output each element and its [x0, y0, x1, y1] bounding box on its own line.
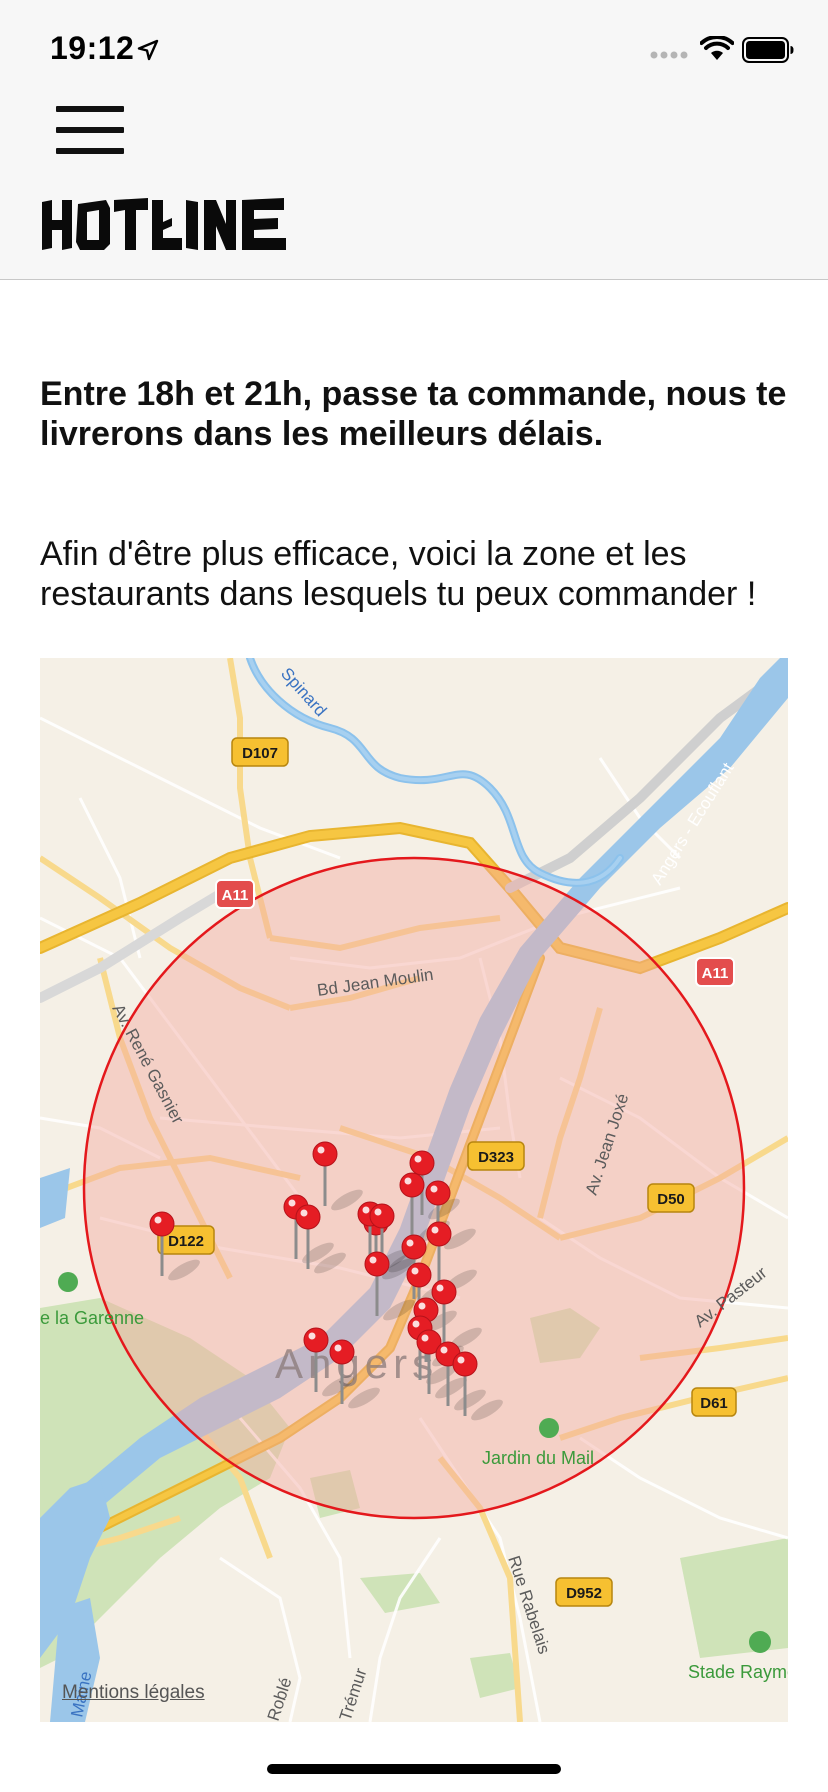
road-badge-label: D952 — [566, 1585, 602, 1602]
status-bar: 19:12 — [0, 0, 828, 100]
place-label: Stade Raymond K — [688, 1662, 788, 1682]
road-badge-label: D107 — [242, 745, 278, 762]
zone-description: Afin d'être plus efficace, voici la zone… — [40, 535, 757, 613]
map-canvas[interactable]: Bd Jean Moulin Av. René Gasnier Av. Jean… — [40, 658, 788, 1722]
road-badge-d61: D61 — [691, 1387, 737, 1417]
navigation-header: 19:12 — [0, 0, 828, 280]
intro-text: Entre 18h et 21h, passe ta commande, nou… — [40, 375, 787, 453]
legal-link[interactable]: Mentions légales — [62, 1682, 205, 1704]
city-label: Angers — [275, 1340, 438, 1387]
road-badge-a11-west: A11 — [215, 879, 255, 909]
road-badge-a11-east: A11 — [695, 957, 735, 987]
wifi-icon — [700, 36, 734, 60]
status-time: 19:12 — [50, 30, 135, 66]
road-badge-d107: D107 — [231, 737, 289, 767]
signal-icon — [650, 51, 688, 59]
delivery-map[interactable]: Bd Jean Moulin Av. René Gasnier Av. Jean… — [40, 658, 788, 1722]
road-badge-d952: D952 — [555, 1577, 613, 1607]
battery-icon — [742, 37, 794, 63]
road-badge-label: D323 — [478, 1149, 514, 1166]
road-badge-label: A11 — [702, 965, 729, 982]
hamburger-menu-icon[interactable] — [56, 106, 124, 154]
place-label: e la Garenne — [40, 1308, 144, 1328]
place-label: Jardin du Mail — [482, 1448, 594, 1468]
road-badge-label: D50 — [657, 1191, 685, 1208]
road-badge-label: D61 — [700, 1395, 728, 1412]
road-badge-label: D122 — [168, 1233, 204, 1250]
home-indicator[interactable] — [267, 1764, 561, 1774]
road-badge-label: A11 — [222, 887, 249, 904]
road-badge-d323: D323 — [467, 1141, 525, 1171]
location-arrow-icon — [137, 39, 159, 61]
road-badge-d50: D50 — [647, 1183, 695, 1213]
hotline-logo — [42, 198, 286, 250]
